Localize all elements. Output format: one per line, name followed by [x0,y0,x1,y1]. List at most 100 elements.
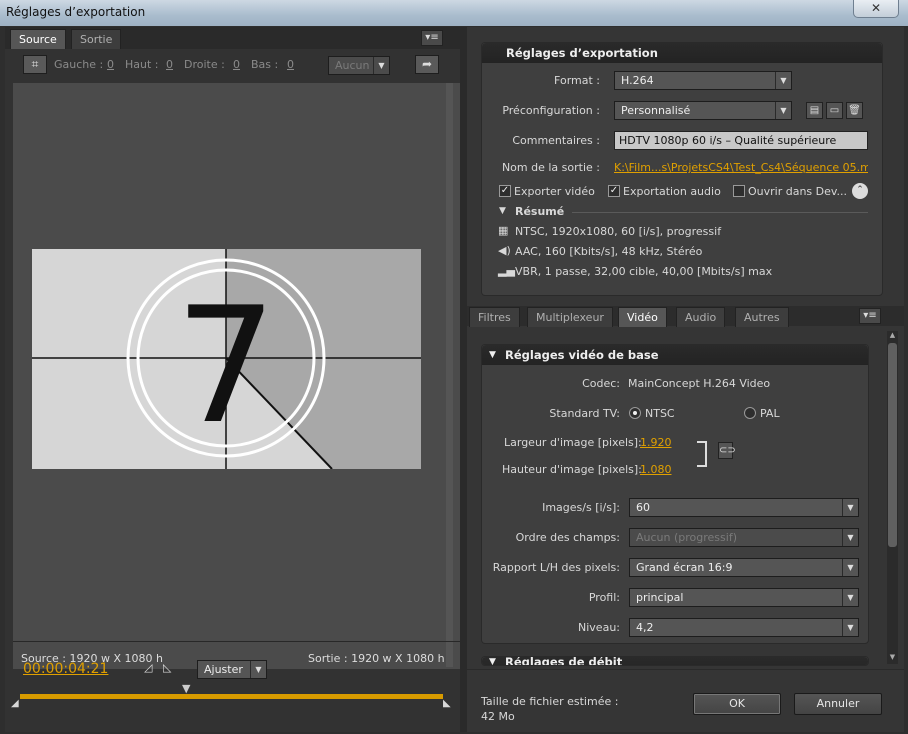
output-dimensions: Sortie : 1920 w X 1080 h [308,652,445,665]
panel-splitter[interactable] [460,27,467,732]
scrollbar-thumb[interactable] [888,343,897,547]
tab-autres[interactable]: Autres [735,307,789,327]
crop-left-value[interactable]: 0 [107,58,114,71]
codec-label: Codec: [582,377,620,390]
bitrate-section: ▼ Réglages de débit [481,656,869,666]
tab-menu-icon[interactable]: ▾≡ [859,308,881,324]
delete-preset-icon[interactable]: 🗑 [846,102,863,119]
crop-aspect-dropdown[interactable]: Aucun ▼ [328,56,390,75]
export-settings-window: Réglages d’exportation ✕ Source Sortie ▾… [0,0,908,734]
chevron-down-icon: ▼ [775,72,791,89]
format-dropdown[interactable]: H.264 ▼ [614,71,792,90]
scroll-up-icon[interactable]: ▲ [888,331,897,341]
video-preview: 7 Source : 1920 w X 1080 h Sortie : 1920… [13,83,460,669]
comments-field[interactable]: HDTV 1080p 60 i/s – Qualité supérieure [614,131,868,150]
timecode[interactable]: 00:00:04:21 [23,661,108,677]
crop-top-value[interactable]: 0 [166,58,173,71]
codec-value: MainConcept H.264 Video [628,377,771,390]
comments-label: Commentaires : [512,134,600,147]
field-order-label: Ordre des champs: [515,531,620,544]
settings-scrollbar[interactable]: ▲ ▼ [887,331,898,664]
collapse-icon[interactable]: ⌃ [852,183,868,199]
tab-source[interactable]: Source [10,29,66,49]
crop-bottom-value[interactable]: 0 [287,58,294,71]
crop-right-label: Droite : [184,58,225,71]
expand-arrow-icon[interactable]: ▼ [489,345,496,365]
profile-value: principal [636,591,684,604]
speaker-icon: ◀) [498,244,511,257]
bitrate-section-title: Réglages de débit [505,656,623,666]
tab-sortie[interactable]: Sortie [71,29,122,49]
summary-divider [572,212,868,213]
section-header: Réglages d’exportation [482,43,882,63]
output-arrow-icon[interactable]: ➦ [415,55,439,74]
export-video-checkbox[interactable]: ✓ [499,185,511,197]
ntsc-radio[interactable] [629,407,641,419]
export-audio-checkbox[interactable]: ✓ [608,185,620,197]
crop-right-value[interactable]: 0 [233,58,240,71]
import-preset-icon[interactable]: ▭ [826,102,843,119]
out-marker-icon[interactable]: ◣ [443,698,451,709]
preset-value: Personnalisé [621,104,691,117]
width-value[interactable]: 1.920 [640,436,672,449]
film-icon: ▦ [498,224,509,237]
video-section-header: ▼ Réglages vidéo de base [482,345,868,365]
in-point-icon[interactable]: ◿ [144,661,152,674]
expand-arrow-icon[interactable]: ▼ [489,657,496,665]
summary-title: Résumé [515,205,565,218]
tab-audio[interactable]: Audio [676,307,726,327]
panel-menu-icon[interactable]: ▾≡ [421,30,443,46]
pixel-aspect-dropdown[interactable]: Grand écran 16:9 ▼ [629,558,859,577]
bitrate-icon: ▂▄ [498,264,515,277]
close-button[interactable]: ✕ [853,0,899,18]
level-dropdown[interactable]: 4,2 ▼ [629,618,859,637]
zoom-dropdown[interactable]: Ajuster ▼ [197,660,267,679]
ok-button[interactable]: OK [693,693,781,715]
preview-divider [13,641,460,642]
save-preset-icon[interactable]: ▤ [806,102,823,119]
fps-dropdown[interactable]: 60 ▼ [629,498,859,517]
profile-dropdown[interactable]: principal ▼ [629,588,859,607]
pixel-aspect-label: Rapport L/H des pixels: [492,561,620,574]
tab-filtres[interactable]: Filtres [469,307,520,327]
settings-panel: Réglages d’exportation Format : H.264 ▼ P… [467,27,904,732]
countdown-frame: 7 [32,249,421,469]
chevron-down-icon: ▼ [842,589,858,606]
chevron-down-icon: ▼ [775,102,791,119]
preset-label: Préconfiguration : [502,104,600,117]
tab-multiplexeur[interactable]: Multiplexeur [527,307,613,327]
preview-scrollbar[interactable] [446,83,453,667]
timeline-bar[interactable] [20,694,443,699]
expand-arrow-icon[interactable]: ▼ [499,206,506,216]
height-label: Hauteur d'image [pixels]: [502,463,642,476]
export-settings-title: Réglages d’exportation [506,46,658,60]
summary-video: NTSC, 1920x1080, 60 [i/s], progressif [515,225,722,238]
file-size-value: 42 Mo [481,710,515,723]
pal-radio[interactable] [744,407,756,419]
tv-standard-label: Standard TV: [549,407,620,420]
level-label: Niveau: [578,621,620,634]
ntsc-label: NTSC [645,407,675,420]
tab-video[interactable]: Vidéo [618,307,667,327]
pal-label: PAL [760,407,780,420]
height-value[interactable]: 1.080 [640,463,672,476]
output-name-link[interactable]: K:\Film...s\ProjetsCS4\Test_Cs4\Séquence… [614,161,868,174]
chain-link-icon[interactable]: ⊂⊃ [718,442,736,459]
pixel-aspect-value: Grand écran 16:9 [636,561,733,574]
field-order-dropdown[interactable]: Aucun (progressif) ▼ [629,528,859,547]
preset-dropdown[interactable]: Personnalisé ▼ [614,101,792,120]
scroll-down-icon[interactable]: ▼ [888,653,897,663]
in-marker-icon[interactable]: ◢ [11,698,19,709]
summary-audio: AAC, 160 [Kbits/s], 48 kHz, Stéréo [515,245,703,258]
out-point-icon[interactable]: ◺ [163,661,171,674]
open-in-checkbox[interactable] [733,185,745,197]
chevron-down-icon: ▼ [842,559,858,576]
link-bracket [697,441,707,467]
summary-bitrate: VBR, 1 passe, 32,00 cible, 40,00 [Mbits/… [515,265,773,278]
cancel-button[interactable]: Annuler [794,693,882,715]
open-in-label: Ouvrir dans Dev... [748,185,848,198]
crop-aspect-value: Aucun [335,59,370,72]
crop-icon[interactable]: ⌗ [23,55,47,74]
profile-label: Profil: [588,591,620,604]
file-size-label: Taille de fichier estimée : [481,695,619,708]
